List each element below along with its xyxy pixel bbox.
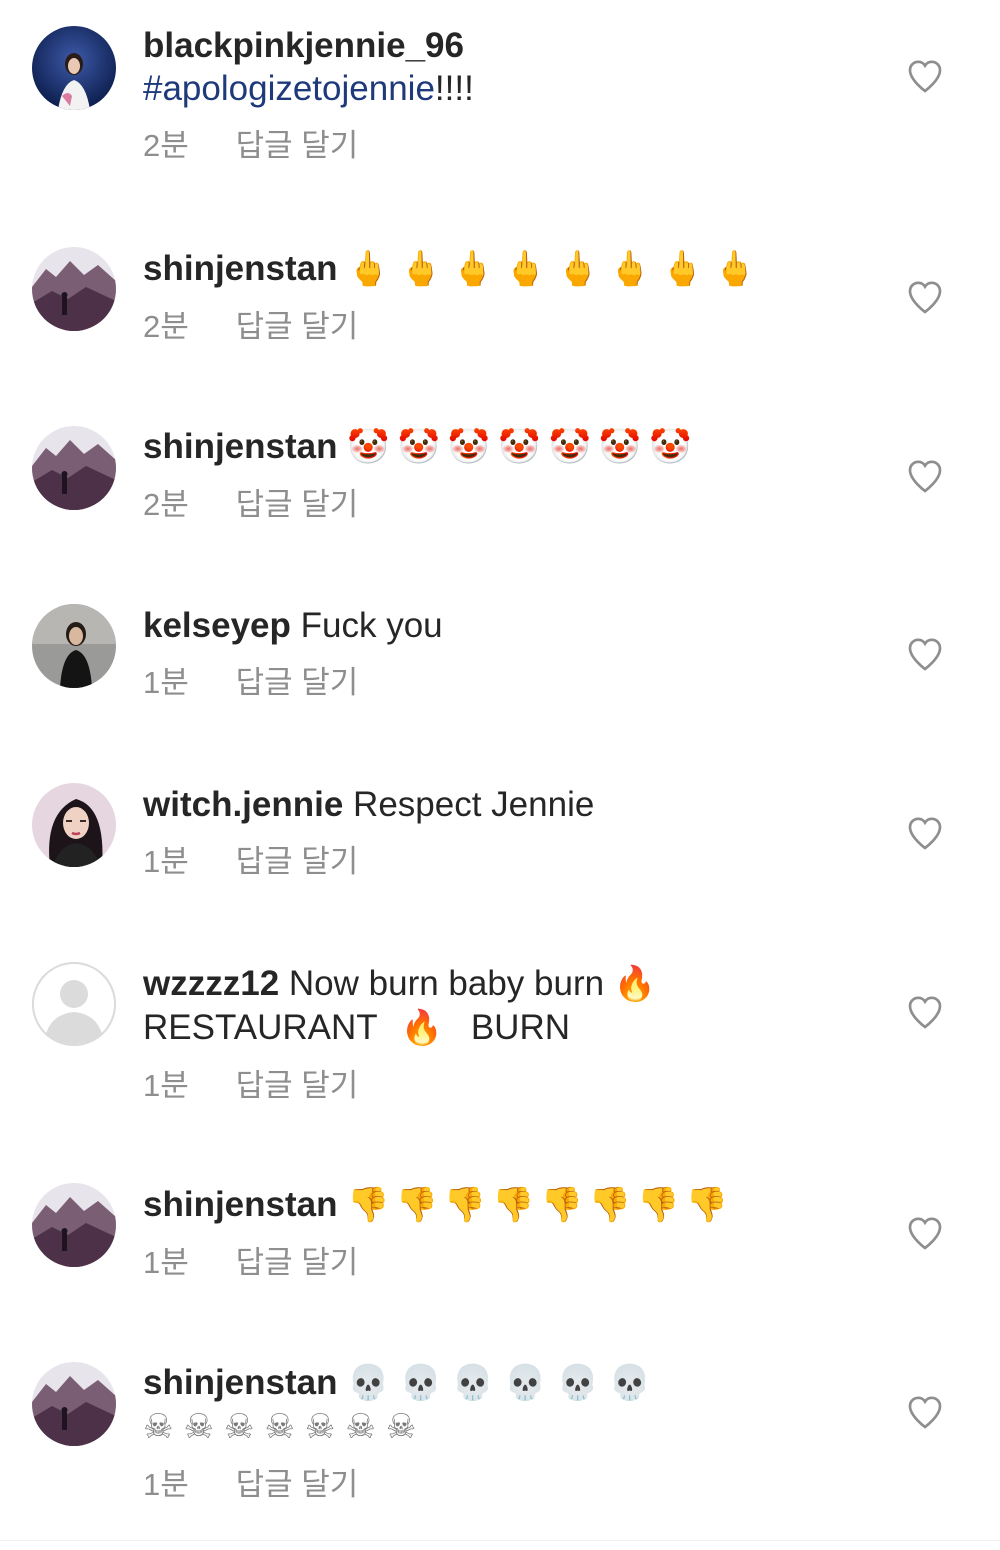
comment-meta: 2분 답글 달기 — [143, 126, 880, 166]
avatar[interactable] — [32, 604, 116, 688]
comment-username[interactable]: shinjenstan — [143, 1185, 337, 1224]
avatar[interactable] — [32, 26, 116, 110]
heart-icon[interactable] — [905, 277, 945, 317]
comment-hashtag[interactable]: #apologizetojennie — [143, 69, 435, 108]
reply-button[interactable]: 답글 달기 — [236, 128, 359, 163]
reply-button[interactable]: 답글 달기 — [236, 1068, 359, 1103]
comment-time: 1분 — [143, 665, 189, 700]
comment-time: 2분 — [143, 128, 189, 163]
comment-text: Respect Jennie — [353, 785, 595, 824]
heart-icon[interactable] — [905, 1392, 945, 1432]
comment-username[interactable]: kelseyep — [143, 606, 291, 645]
fire-emoji: 🔥 — [400, 1008, 448, 1048]
heart-icon[interactable] — [905, 456, 945, 496]
comment-meta: 1분 답글 달기 — [143, 663, 880, 703]
comment-username[interactable]: wzzzz12 — [143, 964, 279, 1003]
avatar[interactable] — [32, 247, 116, 331]
comment-meta: 1분 답글 달기 — [143, 1243, 880, 1283]
comment-username[interactable]: shinjenstan — [143, 1363, 337, 1402]
heart-icon[interactable] — [905, 56, 945, 96]
comment-text: BURN — [470, 1008, 571, 1047]
comment-time: 1분 — [143, 1245, 189, 1280]
heart-icon[interactable] — [905, 634, 945, 674]
reply-button[interactable]: 답글 달기 — [236, 1467, 359, 1502]
comment-meta: 1분 답글 달기 — [143, 1066, 880, 1106]
comment-text: Now burn baby burn — [288, 964, 605, 1003]
comment-meta: 2분 답글 달기 — [143, 485, 880, 525]
comment-meta: 1분 답글 달기 — [143, 842, 880, 882]
comment-text: Fuck you — [300, 606, 443, 645]
reply-button[interactable]: 답글 달기 — [236, 1245, 359, 1280]
avatar[interactable] — [32, 426, 116, 510]
reply-button[interactable]: 답글 달기 — [236, 309, 359, 344]
reply-button[interactable]: 답글 달기 — [236, 487, 359, 522]
middle-finger-emoji: 🖕🖕🖕🖕🖕🖕🖕🖕 — [347, 249, 766, 289]
avatar[interactable] — [32, 1362, 116, 1446]
comment-meta: 1분 답글 달기 — [143, 1465, 880, 1505]
skull-emoji: 💀💀💀💀💀💀 — [347, 1363, 662, 1403]
comment-username[interactable]: blackpinkjennie_96 — [143, 26, 464, 65]
comment-username[interactable]: shinjenstan — [143, 427, 337, 466]
clown-face-emoji: 🤡🤡🤡🤡🤡🤡🤡 — [347, 427, 700, 467]
comment-time: 1분 — [143, 844, 189, 879]
avatar[interactable] — [32, 1183, 116, 1267]
heart-icon[interactable] — [905, 813, 945, 853]
heart-icon[interactable] — [905, 1213, 945, 1253]
heart-icon[interactable] — [905, 992, 945, 1032]
comment-time: 1분 — [143, 1467, 189, 1502]
comment-text: RESTAURANT — [143, 1008, 378, 1047]
comment-time: 2분 — [143, 487, 189, 522]
divider — [0, 1540, 1000, 1541]
avatar[interactable] — [32, 783, 116, 867]
fire-emoji: 🔥 — [613, 964, 661, 1004]
comment-time: 2분 — [143, 309, 189, 344]
avatar[interactable] — [32, 962, 116, 1046]
reply-button[interactable]: 답글 달기 — [236, 844, 359, 879]
reply-button[interactable]: 답글 달기 — [236, 665, 359, 700]
comment-time: 1분 — [143, 1068, 189, 1103]
comment-username[interactable]: witch.jennie — [143, 785, 343, 824]
thumbs-down-emoji: 👎👎👎👎👎👎👎👎 — [347, 1185, 734, 1225]
comment-text: !!!! — [434, 69, 474, 108]
comment-meta: 2분 답글 달기 — [143, 307, 880, 347]
comment-username[interactable]: shinjenstan — [143, 249, 337, 288]
skull-crossbones-emoji: ☠☠☠☠☠☠☠ — [143, 1407, 427, 1447]
